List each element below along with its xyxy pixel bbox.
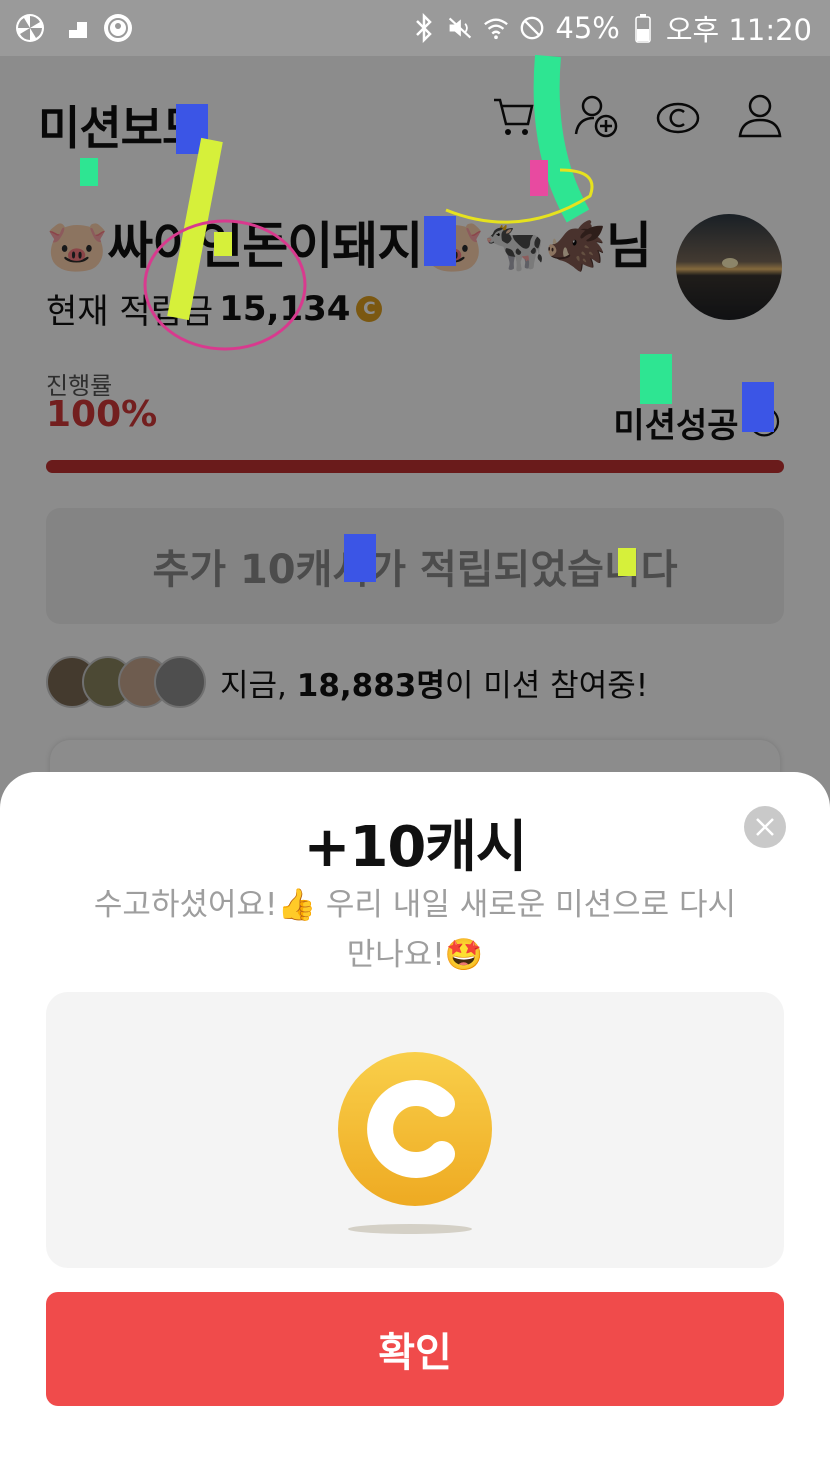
pinwheel-icon (14, 12, 46, 44)
reward-message-line2: 만나요!🤩 (346, 937, 484, 973)
close-icon (756, 818, 774, 836)
reward-message-line1: 수고하셨어요!👍 우리 내일 새로운 미션으로 다시 (93, 887, 737, 923)
clock: 오후 11:20 (665, 13, 812, 47)
reward-bottom-sheet: +10캐시 수고하셨어요!👍 우리 내일 새로운 미션으로 다시 만나요!🤩 확… (0, 772, 830, 1476)
confirm-button[interactable]: 확인 (46, 1292, 784, 1406)
coin-panel (46, 992, 784, 1268)
reward-message: 수고하셨어요!👍 우리 내일 새로운 미션으로 다시 만나요!🤩 (60, 880, 770, 980)
stairs-icon (58, 12, 90, 44)
bluetooth-icon (411, 12, 437, 44)
coin-icon (338, 1052, 492, 1206)
battery-icon (630, 12, 656, 44)
reward-title: +10캐시 (303, 815, 528, 880)
battery-percent: 45% (555, 11, 620, 45)
starbucks-icon (102, 12, 134, 44)
mute-icon (447, 12, 473, 44)
status-bar: 45% 오후 11:20 (0, 0, 830, 56)
wifi-icon (483, 12, 509, 44)
close-button[interactable] (744, 806, 786, 848)
do-not-disturb-icon (519, 12, 545, 44)
coin-shadow (348, 1224, 472, 1234)
